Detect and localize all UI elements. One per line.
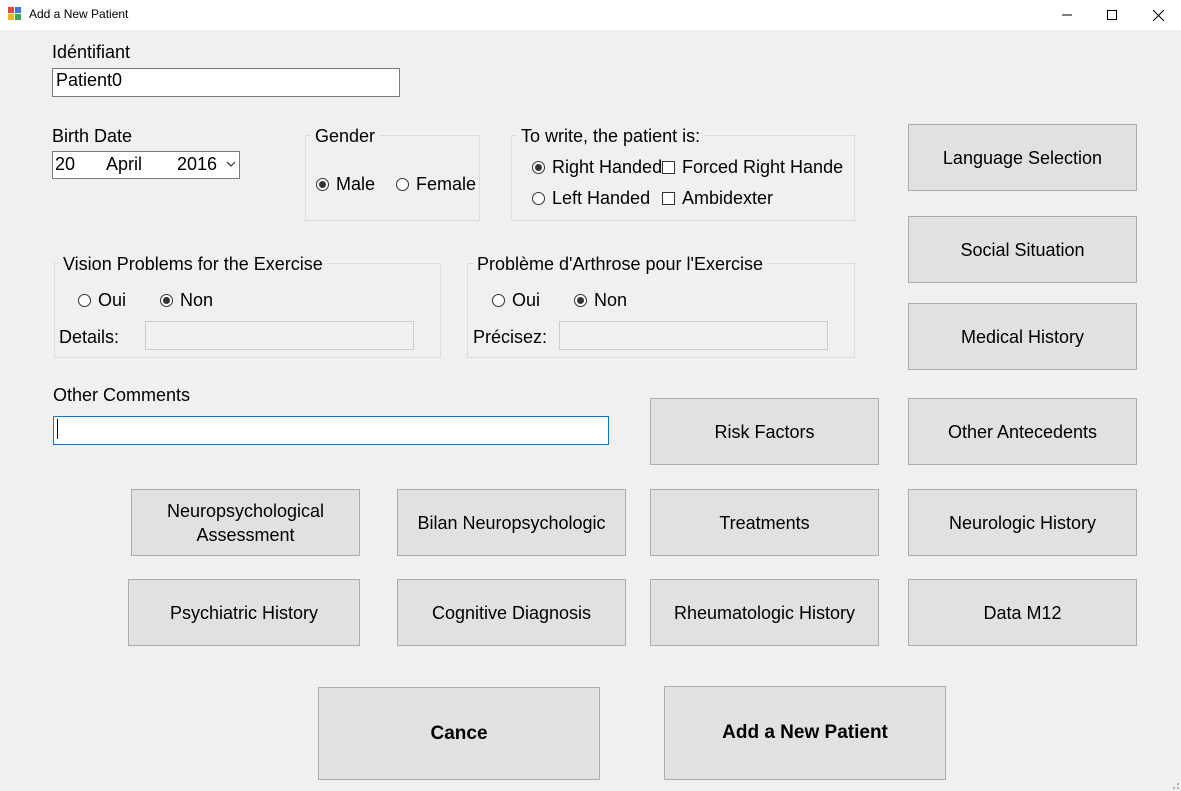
arthrose-oui-radio[interactable] xyxy=(492,294,505,307)
treatments-button[interactable]: Treatments xyxy=(650,489,879,556)
gender-title: Gender xyxy=(311,126,380,147)
ambidexter-checkbox[interactable] xyxy=(662,192,675,205)
handedness-left-option[interactable]: Left Handed xyxy=(532,188,650,209)
close-icon xyxy=(1152,9,1164,21)
gender-female-option[interactable]: Female xyxy=(396,174,476,195)
bilan-neuropsychologic-button[interactable]: Bilan Neuropsychologic xyxy=(397,489,626,556)
handedness-right-option[interactable]: Right Handed xyxy=(532,157,662,178)
comments-label: Other Comments xyxy=(53,385,191,405)
birth-date-label: Birth Date xyxy=(52,126,133,146)
risk-factors-button[interactable]: Risk Factors xyxy=(650,398,879,465)
maximize-icon xyxy=(1107,10,1117,20)
comments-input[interactable] xyxy=(53,416,609,445)
vision-non-label: Non xyxy=(180,290,214,310)
minimize-icon xyxy=(1062,14,1072,16)
vision-oui-radio[interactable] xyxy=(78,294,91,307)
maximize-button[interactable] xyxy=(1089,0,1135,30)
chevron-down-icon[interactable] xyxy=(226,161,236,168)
close-button[interactable] xyxy=(1135,0,1181,30)
gender-female-label: Female xyxy=(416,174,477,194)
rheumatologic-history-button[interactable]: Rheumatologic History xyxy=(650,579,879,646)
birth-day[interactable]: 20 xyxy=(55,154,75,175)
handedness-title: To write, the patient is: xyxy=(517,126,705,147)
vision-details-label: Details: xyxy=(59,327,120,347)
language-selection-button[interactable]: Language Selection xyxy=(908,124,1137,191)
arthrose-details-label: Précisez: xyxy=(473,327,548,347)
arthrose-non-label: Non xyxy=(594,290,628,310)
neurologic-history-button[interactable]: Neurologic History xyxy=(908,489,1137,556)
handedness-right-label: Right Handed xyxy=(552,157,663,177)
identifier-label: Idéntifiant xyxy=(52,42,131,62)
resize-grip-icon[interactable] xyxy=(1168,778,1180,790)
birth-year[interactable]: 2016 xyxy=(177,154,217,175)
title-bar: Add a New Patient xyxy=(0,0,1181,30)
vision-details-input[interactable] xyxy=(145,321,414,350)
vision-non-option[interactable]: Non xyxy=(160,290,213,311)
identifier-input[interactable]: Patient0 xyxy=(52,68,400,97)
other-antecedents-button[interactable]: Other Antecedents xyxy=(908,398,1137,465)
vision-title: Vision Problems for the Exercise xyxy=(59,254,327,275)
forced-right-checkbox[interactable] xyxy=(662,161,675,174)
medical-history-button[interactable]: Medical History xyxy=(908,303,1137,370)
psychiatric-history-button[interactable]: Psychiatric History xyxy=(128,579,360,646)
text-cursor xyxy=(57,419,58,440)
forced-right-label: Forced Right Hande xyxy=(682,157,844,177)
neuropsychological-assessment-button[interactable]: Neuropsychological Assessment xyxy=(131,489,360,556)
handedness-left-radio[interactable] xyxy=(532,192,545,205)
window-title: Add a New Patient xyxy=(29,7,129,21)
app-icon xyxy=(8,7,22,21)
ambidexter-label: Ambidexter xyxy=(682,188,774,208)
handedness-left-label: Left Handed xyxy=(552,188,651,208)
arthrose-oui-label: Oui xyxy=(512,290,541,310)
handedness-right-radio[interactable] xyxy=(532,161,545,174)
gender-male-option[interactable]: Male xyxy=(316,174,375,195)
arthrose-title: Problème d'Arthrose pour l'Exercise xyxy=(473,254,767,275)
vision-non-radio[interactable] xyxy=(160,294,173,307)
add-patient-button[interactable]: Add a New Patient xyxy=(664,686,946,780)
arthrose-details-input[interactable] xyxy=(559,321,828,350)
data-m12-button[interactable]: Data M12 xyxy=(908,579,1137,646)
birth-date-picker[interactable]: 20 April 2016 xyxy=(52,151,240,179)
cognitive-diagnosis-button[interactable]: Cognitive Diagnosis xyxy=(397,579,626,646)
social-situation-button[interactable]: Social Situation xyxy=(908,216,1137,283)
arthrose-oui-option[interactable]: Oui xyxy=(492,290,540,311)
gender-female-radio[interactable] xyxy=(396,178,409,191)
minimize-button[interactable] xyxy=(1044,0,1090,30)
arthrose-non-radio[interactable] xyxy=(574,294,587,307)
gender-male-label: Male xyxy=(336,174,376,194)
vision-oui-option[interactable]: Oui xyxy=(78,290,126,311)
arthrose-non-option[interactable]: Non xyxy=(574,290,627,311)
vision-oui-label: Oui xyxy=(98,290,127,310)
cancel-button[interactable]: Cance xyxy=(318,687,600,780)
ambidexter-option[interactable]: Ambidexter xyxy=(662,188,773,209)
forced-right-option[interactable]: Forced Right Hande xyxy=(662,157,844,178)
gender-male-radio[interactable] xyxy=(316,178,329,191)
birth-month[interactable]: April xyxy=(106,154,142,175)
